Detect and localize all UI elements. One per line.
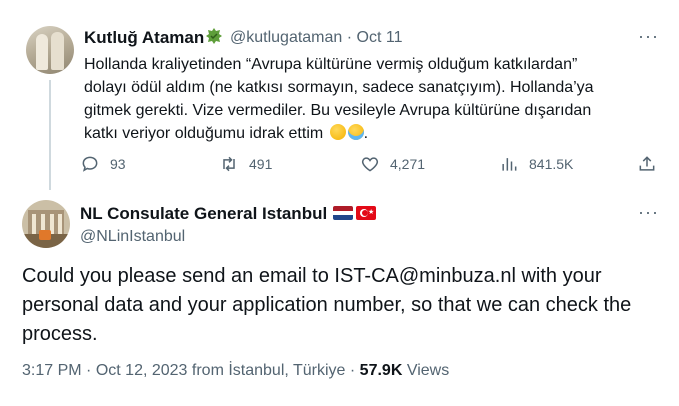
reply-icon <box>82 156 98 172</box>
avatar-nl-consulate[interactable] <box>22 200 70 248</box>
more-options-icon[interactable]: ··· <box>638 202 659 223</box>
netherlands-flag-icon <box>333 206 353 220</box>
reply-button[interactable]: 93 <box>80 154 126 174</box>
tears-of-joy-emoji-icon <box>347 124 364 140</box>
views-chart-icon <box>502 158 517 171</box>
turkey-flag-icon: ★ <box>356 206 376 220</box>
handle[interactable]: @kutlugataman <box>230 29 342 46</box>
separator: · <box>346 29 353 46</box>
tweet-date-location[interactable]: Oct 12, 2023 from İstanbul, Türkiye <box>96 362 346 379</box>
separator: · <box>86 362 92 379</box>
avatar-kutlug-ataman[interactable] <box>26 26 74 74</box>
share-icon <box>639 156 655 171</box>
tweet-text: Could you please send an email to IST-CA… <box>22 262 662 349</box>
repost-count: 491 <box>249 156 273 172</box>
like-button[interactable]: 4,271 <box>360 154 425 174</box>
tweet-text-line: personal data and your application numbe… <box>22 294 632 316</box>
views-button[interactable]: 841.5K <box>499 154 573 174</box>
views-label: Views <box>406 362 450 379</box>
avatar-figure <box>51 32 64 70</box>
display-name[interactable]: Kutluğ Ataman <box>84 28 204 48</box>
avatar-figure <box>36 34 48 70</box>
tweet-text-line: Hollanda kraliyetinden “Avrupa kültürüne… <box>84 56 578 73</box>
views-count: 841.5K <box>529 156 574 172</box>
tweet-text-line: process. <box>22 323 98 345</box>
tweet-time[interactable]: 3:17 PM <box>22 362 82 379</box>
thread-connector-line <box>49 80 51 190</box>
tweet-text-line: katkı veriyor olduğumu idrak ettim . <box>84 124 369 142</box>
heart-icon <box>361 157 379 172</box>
share-button[interactable] <box>637 154 667 174</box>
tweet-date[interactable]: Oct 11 <box>357 29 403 46</box>
separator: · <box>349 362 356 379</box>
tweet-text-line: gitmek gerekti. Vize vermediler. Bu vesi… <box>84 102 592 119</box>
reply-count: 93 <box>110 156 126 172</box>
repost-icon <box>223 156 235 172</box>
like-count: 4,271 <box>390 156 426 172</box>
avatar-column <box>58 214 62 234</box>
tweet-metadata: 3:17 PM · Oct 12, 2023 from İstanbul, Tü… <box>22 362 449 380</box>
more-options-icon[interactable]: ··· <box>638 26 659 47</box>
shushing-face-emoji-icon <box>329 124 346 140</box>
tweet-text: Hollanda kraliyetinden “Avrupa kültürüne… <box>84 53 644 145</box>
repost-button[interactable]: 491 <box>219 154 272 174</box>
display-name[interactable]: NL Consulate General Istanbul <box>80 204 327 224</box>
avatar-column <box>32 214 36 234</box>
views-count: 57.9K <box>359 362 403 379</box>
tweet-text-line: Could you please send an email to IST-CA… <box>22 265 602 287</box>
tweet-text-line: dolayı ödül aldım (ne katkısı sormayın, … <box>84 79 594 96</box>
avatar-figure <box>39 230 51 240</box>
handle-and-date[interactable]: @kutlugataman · Oct 11 <box>230 29 403 47</box>
handle[interactable]: @NLinIstanbul <box>80 228 185 246</box>
green-leaf-badge-icon <box>205 27 223 50</box>
